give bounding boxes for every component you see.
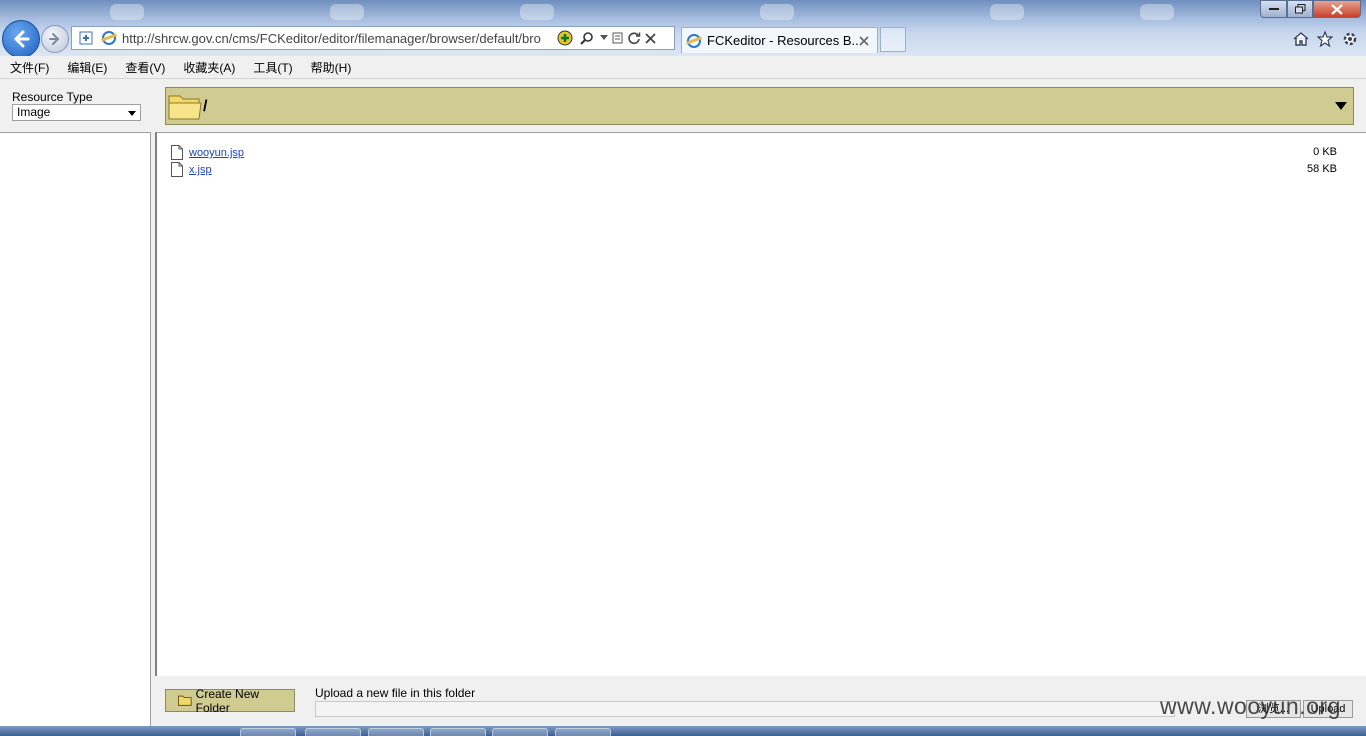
- folder-path: /: [203, 98, 208, 115]
- ie-logo-icon: [102, 31, 116, 45]
- file-icon: [171, 162, 183, 177]
- resource-type-value: Image: [17, 105, 51, 119]
- watermark: www.wooyun.org: [1160, 693, 1341, 719]
- file-row: x.jsp 58 KB: [171, 162, 1351, 179]
- menu-edit[interactable]: 编辑(E): [59, 59, 115, 76]
- stop-icon[interactable]: [642, 27, 658, 49]
- plus-page-icon: [79, 31, 93, 45]
- desktop-decoration: [520, 4, 554, 20]
- minimize-button[interactable]: [1260, 0, 1287, 18]
- tab-title: FCKeditor - Resources B...: [707, 33, 859, 48]
- ie-logo-icon: [687, 33, 701, 48]
- folder-icon: [178, 695, 192, 706]
- menu-view[interactable]: 查看(V): [117, 59, 173, 76]
- search-icon[interactable]: [576, 27, 598, 49]
- desktop-decoration: [990, 4, 1024, 20]
- taskbar-item[interactable]: [240, 728, 296, 736]
- create-folder-button[interactable]: Create New Folder: [165, 686, 295, 715]
- files-list-panel: wooyun.jsp 0 KB x.jsp 58 KB: [155, 132, 1366, 676]
- minimize-icon: [1268, 8, 1279, 10]
- upload-file-input[interactable]: [315, 701, 1175, 717]
- current-folder-bar[interactable]: /: [165, 87, 1354, 125]
- window-close-button[interactable]: [1313, 0, 1361, 18]
- chevron-down-icon[interactable]: [1335, 102, 1347, 110]
- taskbar-item[interactable]: [368, 728, 424, 736]
- restore-icon: [1294, 4, 1305, 14]
- file-size: 58 KB: [1307, 163, 1337, 175]
- back-arrow-icon: [14, 30, 30, 48]
- tab-active[interactable]: FCKeditor - Resources B...: [681, 27, 878, 53]
- menu-bar: 文件(F) 编辑(E) 查看(V) 收藏夹(A) 工具(T) 帮助(H): [0, 56, 1366, 79]
- folder-icon: [168, 95, 202, 120]
- close-icon[interactable]: [859, 35, 869, 46]
- address-url[interactable]: http://shrcw.gov.cn/cms/FCKeditor/editor…: [122, 31, 554, 46]
- resource-type-frame: Resource Type Image: [0, 79, 151, 131]
- resource-type-select[interactable]: Image: [12, 104, 141, 121]
- create-folder-label: Create New Folder: [195, 686, 260, 715]
- taskbar-item[interactable]: [555, 728, 611, 736]
- forward-arrow-icon: [49, 33, 60, 45]
- file-browser-page: Resource Type Image / wooyun.jsp 0 KB x.…: [0, 79, 1366, 726]
- desktop-decoration: [760, 4, 794, 20]
- forward-button[interactable]: [41, 25, 69, 53]
- maximize-button[interactable]: [1287, 0, 1313, 18]
- taskbar-item[interactable]: [305, 728, 361, 736]
- menu-file[interactable]: 文件(F): [2, 59, 57, 76]
- browser-chrome: http://shrcw.gov.cn/cms/FCKeditor/editor…: [0, 0, 1366, 56]
- taskbar-item[interactable]: [492, 728, 548, 736]
- compat-icon[interactable]: [610, 27, 626, 49]
- address-bar[interactable]: http://shrcw.gov.cn/cms/FCKeditor/editor…: [71, 26, 675, 50]
- new-tab-button[interactable]: [880, 27, 906, 52]
- back-button[interactable]: [2, 20, 40, 56]
- green-plus-icon: [557, 30, 573, 46]
- desktop-decoration: [110, 4, 144, 20]
- file-size: 0 KB: [1313, 146, 1337, 158]
- file-link[interactable]: x.jsp: [189, 164, 212, 176]
- gear-icon[interactable]: [1340, 29, 1360, 49]
- folder-tree-panel: [0, 132, 151, 726]
- close-icon: [1331, 3, 1343, 15]
- menu-tools[interactable]: 工具(T): [245, 59, 300, 76]
- chevron-down-icon: [128, 111, 136, 116]
- addon-icon[interactable]: [554, 27, 576, 49]
- star-icon[interactable]: [1315, 29, 1335, 49]
- site-icon: [100, 27, 118, 49]
- upload-label: Upload a new file in this folder: [315, 686, 476, 700]
- file-icon: [171, 145, 183, 160]
- resource-type-label: Resource Type: [12, 90, 93, 104]
- refresh-icon[interactable]: [626, 27, 642, 49]
- file-link[interactable]: wooyun.jsp: [189, 147, 244, 159]
- taskbar-item[interactable]: [430, 728, 486, 736]
- desktop-decoration: [1140, 4, 1174, 20]
- menu-favorites[interactable]: 收藏夹(A): [175, 59, 243, 76]
- compat-view-button[interactable]: [72, 27, 100, 49]
- desktop-decoration: [330, 4, 364, 20]
- taskbar: [0, 726, 1366, 736]
- file-row: wooyun.jsp 0 KB: [171, 145, 1351, 162]
- menu-help[interactable]: 帮助(H): [303, 59, 360, 76]
- home-icon[interactable]: [1291, 29, 1311, 49]
- dropdown-icon[interactable]: [598, 27, 610, 49]
